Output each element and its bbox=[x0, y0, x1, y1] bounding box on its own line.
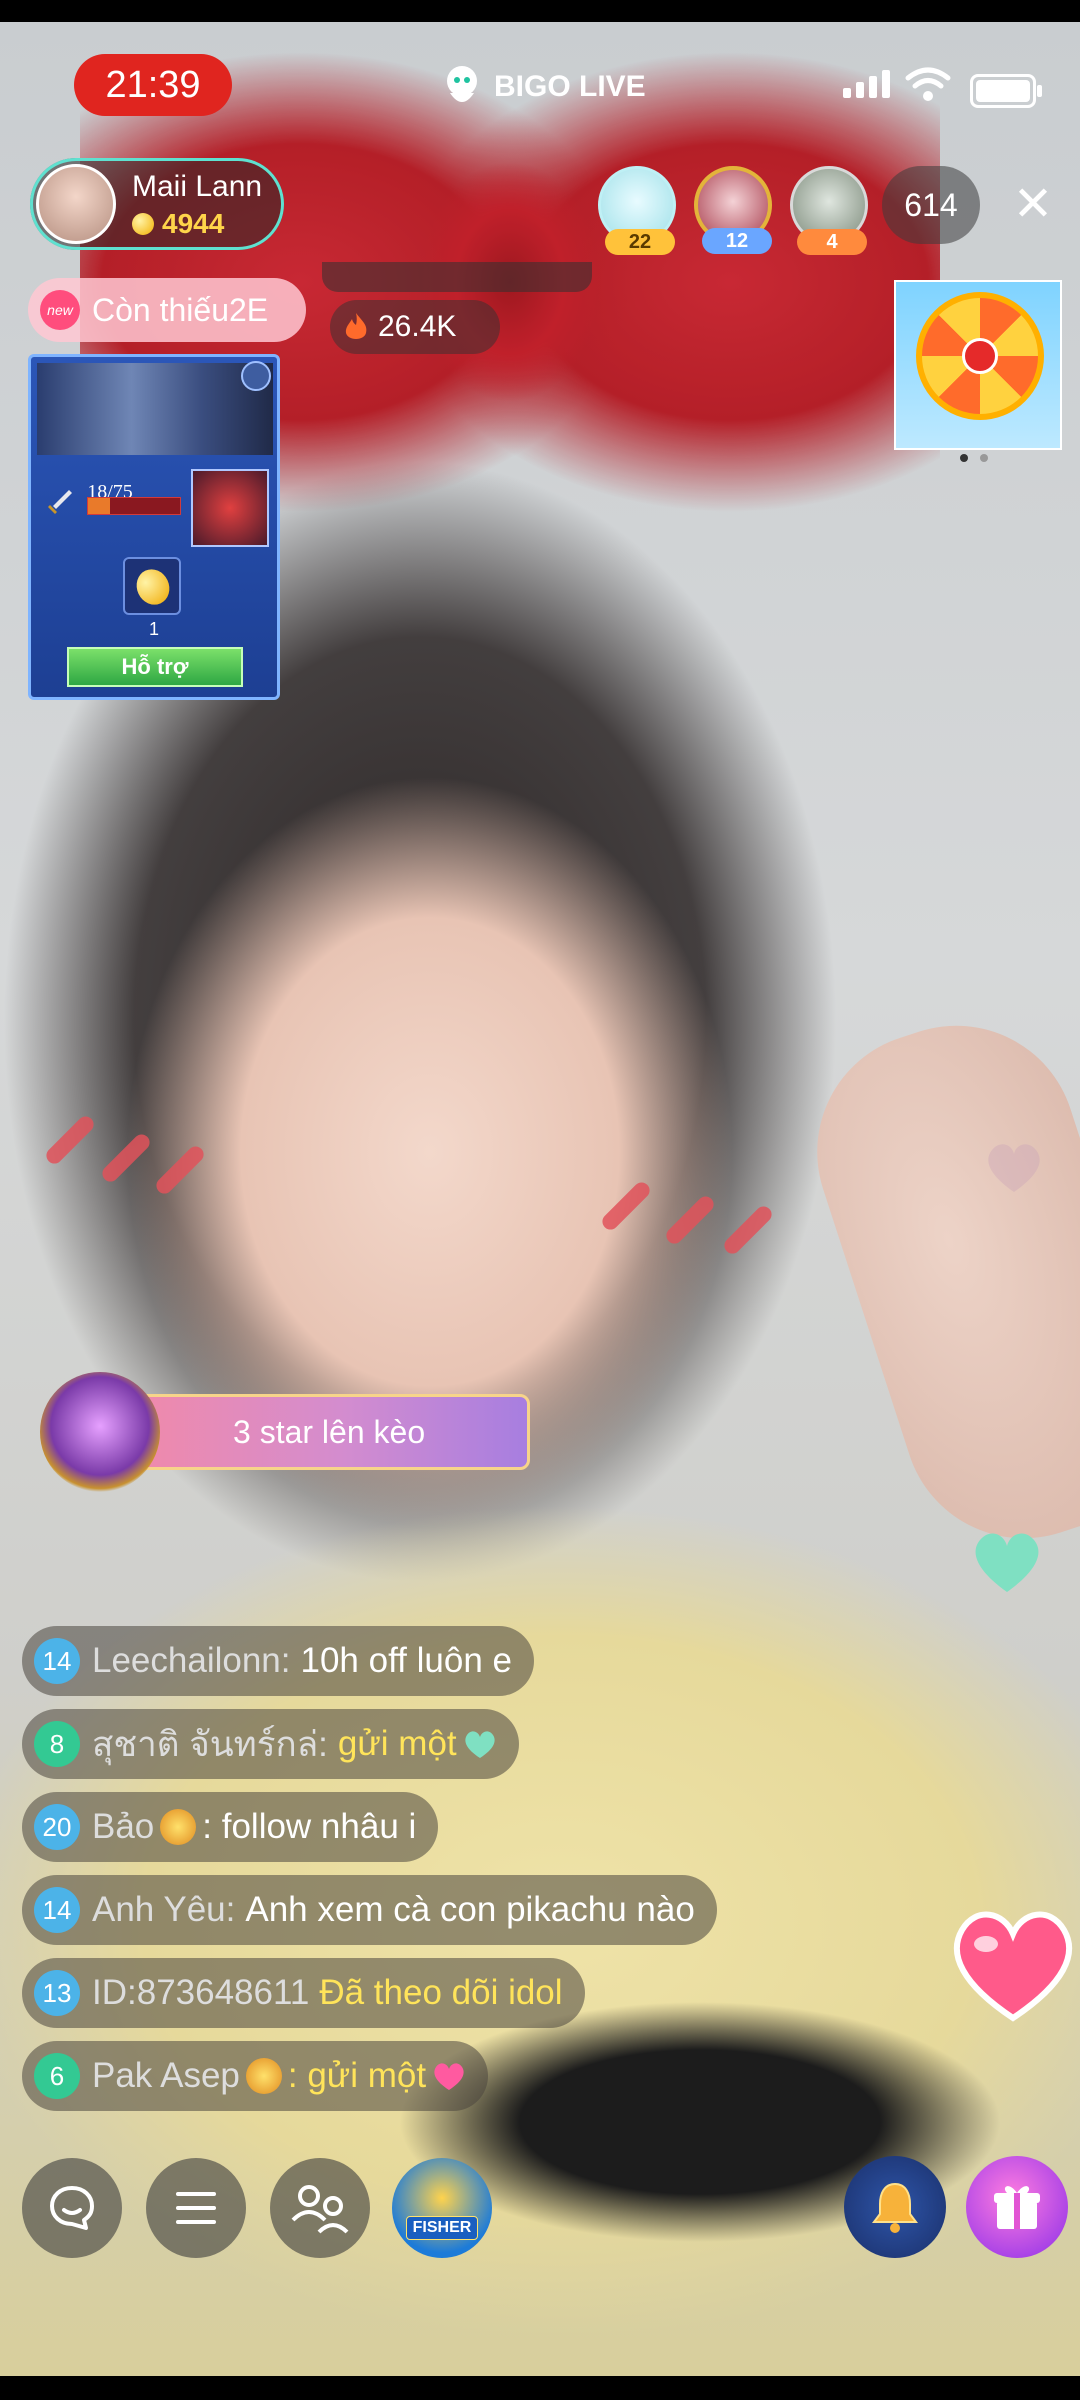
viewer-count-button[interactable]: 614 bbox=[882, 166, 980, 244]
fisher-game-button[interactable]: FISHER bbox=[392, 2158, 492, 2258]
battery-icon bbox=[970, 74, 1042, 108]
chat-text: : gửi một bbox=[287, 2056, 427, 2095]
banner-text: 3 star lên kèo bbox=[120, 1394, 530, 1470]
bell-icon bbox=[872, 2182, 918, 2233]
gift-button[interactable] bbox=[966, 2156, 1068, 2258]
fisher-game-label: FISHER bbox=[405, 2216, 479, 2240]
fire-icon bbox=[345, 313, 367, 339]
user-level-badge: 14 bbox=[34, 1638, 80, 1684]
minimize-icon[interactable] bbox=[241, 361, 271, 391]
brand-name: BIGO LIVE bbox=[494, 70, 646, 103]
chat-text: Đã theo dõi idol bbox=[319, 1973, 563, 2012]
host-beans: 4944 bbox=[132, 208, 224, 240]
people-icon bbox=[291, 2185, 349, 2234]
blush-mark bbox=[599, 1179, 653, 1233]
mission-pill[interactable]: new Còn thiếu2E bbox=[28, 278, 306, 342]
gift-icon bbox=[994, 2186, 1040, 2229]
chat-bubble-icon bbox=[50, 2186, 94, 2230]
game-widget[interactable]: 18/75 1 Hỗ trợ bbox=[28, 354, 280, 700]
user-level-badge: 13 bbox=[34, 1970, 80, 2016]
heat-pill[interactable]: 26.4K bbox=[330, 300, 500, 354]
promo-pager bbox=[960, 454, 988, 462]
chat-username[interactable]: Anh Yêu: bbox=[92, 1890, 235, 1930]
heat-value: 26.4K bbox=[378, 310, 457, 343]
like-heart-icon[interactable] bbox=[948, 1904, 1078, 2022]
video-hand bbox=[786, 994, 1080, 1570]
user-level-badge: 14 bbox=[34, 1887, 80, 1933]
chat-username[interactable]: ID:873648611 bbox=[92, 1973, 309, 2013]
chat-text: : follow nhâu i bbox=[202, 1807, 417, 1846]
chat-text: gửi một bbox=[337, 1724, 457, 1763]
wheel-hub bbox=[962, 338, 998, 374]
user-level-badge: 8 bbox=[34, 1721, 80, 1767]
dragon-icon bbox=[191, 469, 269, 547]
wifi-icon bbox=[905, 67, 951, 101]
host-beans-value: 4944 bbox=[162, 208, 225, 239]
item-quantity: 1 bbox=[148, 619, 159, 639]
status-bar: 21:39 BIGO LIVE bbox=[0, 30, 1080, 130]
chat-message[interactable]: 8 สุชาติ จันทร์กล่: gửi một bbox=[22, 1709, 519, 1779]
user-level-badge: 6 bbox=[34, 2053, 80, 2099]
new-badge: new bbox=[40, 290, 80, 330]
bigo-mascot-icon bbox=[447, 66, 477, 102]
status-time: 21:39 bbox=[74, 54, 232, 116]
star-badge-icon bbox=[245, 2058, 282, 2094]
menu-icon bbox=[176, 2192, 216, 2224]
menu-button[interactable] bbox=[146, 2158, 246, 2258]
signal-icon bbox=[843, 70, 890, 98]
viewer-avatar[interactable]: 22 bbox=[598, 166, 676, 255]
viewer-level-badge: 22 bbox=[605, 229, 675, 255]
chat-button[interactable] bbox=[22, 2158, 122, 2258]
coin-item-icon bbox=[123, 557, 181, 615]
host-name: Maii Lann bbox=[132, 170, 263, 203]
chat-message[interactable]: 14 Leechailonn: 10h off luôn e bbox=[22, 1626, 534, 1696]
pink-heart-icon bbox=[434, 2063, 464, 2090]
viewer-level-badge: 12 bbox=[702, 228, 772, 254]
crown-emblem-icon bbox=[40, 1372, 160, 1492]
chat-username[interactable]: Pak Asep bbox=[92, 2056, 240, 2096]
chat-list[interactable]: 14 Leechailonn: 10h off luôn e 8 สุชาติ จันท… bbox=[22, 1626, 822, 2124]
blush-mark bbox=[43, 1113, 97, 1167]
viewer-level-badge: 4 bbox=[797, 229, 867, 255]
viewer-avatar[interactable]: 4 bbox=[790, 166, 868, 255]
chat-message[interactable]: 20 Bảo : follow nhâu i bbox=[22, 1792, 439, 1862]
mission-text: Còn thiếu2E bbox=[92, 291, 269, 328]
close-icon[interactable]: ✕ bbox=[1008, 180, 1058, 230]
lucky-wheel-promo[interactable] bbox=[894, 280, 1062, 450]
multi-guest-button[interactable] bbox=[270, 2158, 370, 2258]
sword-icon bbox=[48, 490, 72, 514]
blush-mark bbox=[663, 1193, 717, 1247]
blush-mark bbox=[153, 1143, 207, 1197]
nav-bar-area bbox=[0, 2376, 1080, 2400]
mint-heart-icon bbox=[975, 1533, 1039, 1592]
chat-text: 10h off luôn e bbox=[300, 1641, 513, 1680]
ranking-strip[interactable] bbox=[322, 262, 592, 292]
bell-button[interactable] bbox=[844, 2156, 946, 2258]
chat-text: Anh xem cà con pikachu nào bbox=[245, 1890, 695, 1929]
chat-username[interactable]: Bảo bbox=[92, 1807, 154, 1847]
chat-message[interactable]: 6 Pak Asep : gửi một bbox=[22, 2041, 489, 2111]
entrance-banner: 3 star lên kèo bbox=[40, 1372, 530, 1492]
bigo-live-logo: BIGO LIVE bbox=[440, 62, 646, 112]
bean-icon bbox=[132, 213, 154, 235]
chat-message[interactable]: 14 Anh Yêu: Anh xem cà con pikachu nào bbox=[22, 1875, 717, 1945]
blush-mark bbox=[721, 1203, 775, 1257]
floating-heart-icon bbox=[988, 1144, 1040, 1192]
help-button[interactable]: Hỗ trợ bbox=[67, 647, 243, 687]
host-profile-card[interactable]: Maii Lann 4944 bbox=[30, 158, 284, 250]
viewer-avatar[interactable]: 12 bbox=[694, 166, 772, 254]
mint-heart-icon bbox=[465, 1731, 495, 1758]
shield-badge-icon bbox=[160, 1809, 197, 1845]
progress-bar bbox=[87, 497, 181, 515]
host-avatar[interactable] bbox=[36, 164, 116, 244]
chat-message[interactable]: 13 ID:873648611 Đã theo dõi idol bbox=[22, 1958, 585, 2028]
chat-username[interactable]: สุชาติ จันทร์กล่: bbox=[92, 1717, 328, 1772]
user-level-badge: 20 bbox=[34, 1804, 80, 1850]
game-artwork bbox=[37, 363, 273, 455]
blush-mark bbox=[99, 1131, 153, 1185]
chat-username[interactable]: Leechailonn: bbox=[92, 1641, 291, 1681]
